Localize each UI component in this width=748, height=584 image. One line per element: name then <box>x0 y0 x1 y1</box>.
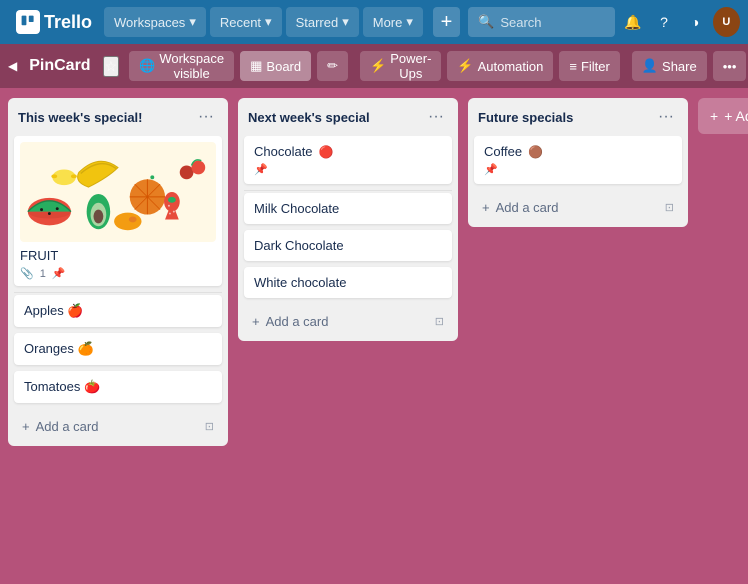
workspaces-button[interactable]: Workspaces ▾ <box>104 7 206 37</box>
more-button[interactable]: More ▾ <box>363 7 423 37</box>
list-header: This week's special! ··· <box>8 98 228 136</box>
card-title: White chocolate <box>254 275 347 290</box>
list-this-weeks-special: This week's special! ··· ✏ <box>8 98 228 446</box>
card-title: Tomatoes 🍅 <box>24 379 100 394</box>
view-options-button[interactable]: ✏ <box>317 51 348 81</box>
trello-logo[interactable]: Trello <box>8 6 100 38</box>
filter-icon: ≡ <box>569 59 577 74</box>
card-coffee[interactable]: Coffee 🟤 📌 <box>474 136 682 184</box>
list-future-specials: Future specials ··· Coffee 🟤 📌 + Add a c… <box>468 98 688 227</box>
list-cards: ✏ <box>8 136 228 409</box>
card-apples[interactable]: Apples 🍎 <box>14 295 222 327</box>
add-list-label: + Add another <box>724 108 748 124</box>
card-title: Oranges 🍊 <box>24 341 94 356</box>
search-icon: 🔍 <box>478 14 494 30</box>
plus-icon: + <box>710 108 718 124</box>
card-title: Chocolate <box>254 144 313 159</box>
list-menu-button[interactable]: ··· <box>424 106 448 128</box>
label-dot: 🟤 <box>528 145 543 159</box>
power-ups-button[interactable]: ⚡ Power-Ups <box>360 51 441 81</box>
share-icon: 👤 <box>642 58 658 74</box>
card-title: Dark Chocolate <box>254 238 344 253</box>
list-title: Future specials <box>478 110 573 125</box>
add-card-button[interactable]: + Add a card ⊡ <box>14 413 222 440</box>
label-dot: 🔴 <box>319 145 334 159</box>
pin-icon: 📌 <box>484 163 498 176</box>
starred-button[interactable]: Starred ▾ <box>286 7 359 37</box>
card-title: FRUIT <box>20 248 216 263</box>
chevron-down-icon: ▾ <box>342 14 349 30</box>
template-icon: ⊡ <box>435 315 444 328</box>
list-menu-button[interactable]: ··· <box>194 106 218 128</box>
search-bar[interactable]: 🔍 Search <box>468 7 615 37</box>
card-meta: 📎 1 📌 <box>20 267 216 280</box>
list-title: This week's special! <box>18 110 142 125</box>
chevron-down-icon: ▾ <box>265 14 272 30</box>
sidebar-toggle-icon[interactable]: ◀ <box>8 51 17 81</box>
pin-icon: 📌 <box>254 163 268 176</box>
board-title: PinCard <box>23 53 96 79</box>
add-list-button[interactable]: + + Add another <box>698 98 748 134</box>
template-icon: ⊡ <box>665 201 674 214</box>
card-white-chocolate[interactable]: White chocolate <box>244 267 452 298</box>
more-options-button[interactable]: ••• <box>713 51 747 81</box>
card-title: Milk Chocolate <box>254 201 339 216</box>
trello-logo-text: Trello <box>44 12 92 33</box>
user-avatar[interactable]: U <box>713 7 740 37</box>
pin-icon: 📌 <box>52 267 66 280</box>
card-title: Coffee <box>484 144 522 159</box>
plus-icon: + <box>22 419 30 434</box>
workspace-visible-button[interactable]: 🌐 Workspace visible <box>129 51 234 81</box>
template-icon: ⊡ <box>205 420 214 433</box>
board-body: This week's special! ··· ✏ <box>0 88 748 584</box>
list-header: Future specials ··· <box>468 98 688 136</box>
card-meta: 📌 <box>484 163 672 176</box>
board-icon: ▦ <box>250 58 262 74</box>
theme-icon[interactable]: ◑ <box>682 7 709 37</box>
list-title: Next week's special <box>248 110 370 125</box>
list-menu-button[interactable]: ··· <box>654 106 678 128</box>
attachment-count: 1 <box>40 268 46 280</box>
plus-icon: + <box>252 314 260 329</box>
star-button[interactable]: ☆ <box>103 56 120 77</box>
trello-logo-icon <box>16 10 40 34</box>
card-meta: 📌 <box>254 163 442 176</box>
chevron-down-icon: ▾ <box>189 14 196 30</box>
info-icon[interactable]: ? <box>650 7 677 37</box>
card-oranges[interactable]: Oranges 🍊 <box>14 333 222 365</box>
list-header: Next week's special ··· <box>238 98 458 136</box>
notification-icon[interactable]: 🔔 <box>619 7 646 37</box>
card-tomatoes[interactable]: Tomatoes 🍅 <box>14 371 222 403</box>
top-navigation: Trello Workspaces ▾ Recent ▾ Starred ▾ M… <box>0 0 748 44</box>
list-cards: Coffee 🟤 📌 <box>468 136 688 190</box>
add-card-button[interactable]: + Add a card ⊡ <box>474 194 682 221</box>
automation-button[interactable]: ⚡ Automation <box>447 51 553 81</box>
card-dark-chocolate[interactable]: Dark Chocolate <box>244 230 452 261</box>
share-button[interactable]: 👤 Share <box>632 51 707 81</box>
card-image <box>20 142 216 242</box>
powerups-icon: ⚡ <box>370 58 386 74</box>
list-cards: Chocolate 🔴 📌 Milk Chocolate Dark Chocol… <box>238 136 458 304</box>
recent-button[interactable]: Recent ▾ <box>210 7 282 37</box>
chevron-down-icon: ▾ <box>406 14 413 30</box>
automation-icon: ⚡ <box>457 58 473 74</box>
plus-icon: + <box>482 200 490 215</box>
create-button[interactable]: + <box>433 7 460 37</box>
card-title: Apples 🍎 <box>24 303 84 318</box>
card-milk-chocolate[interactable]: Milk Chocolate <box>244 193 452 224</box>
attachment-icon: 📎 <box>20 267 34 280</box>
filter-button[interactable]: ≡ Filter <box>559 51 619 81</box>
list-next-weeks-special: Next week's special ··· Chocolate 🔴 📌 Mi… <box>238 98 458 341</box>
add-card-button[interactable]: + Add a card ⊡ <box>244 308 452 335</box>
search-placeholder: Search <box>500 15 541 30</box>
card-fruit[interactable]: ✏ <box>14 136 222 286</box>
globe-icon: 🌐 <box>139 58 155 74</box>
board-view-button[interactable]: ▦ Board <box>240 51 311 81</box>
card-chocolate[interactable]: Chocolate 🔴 📌 <box>244 136 452 184</box>
board-header: ◀ PinCard ☆ 🌐 Workspace visible ▦ Board … <box>0 44 748 88</box>
